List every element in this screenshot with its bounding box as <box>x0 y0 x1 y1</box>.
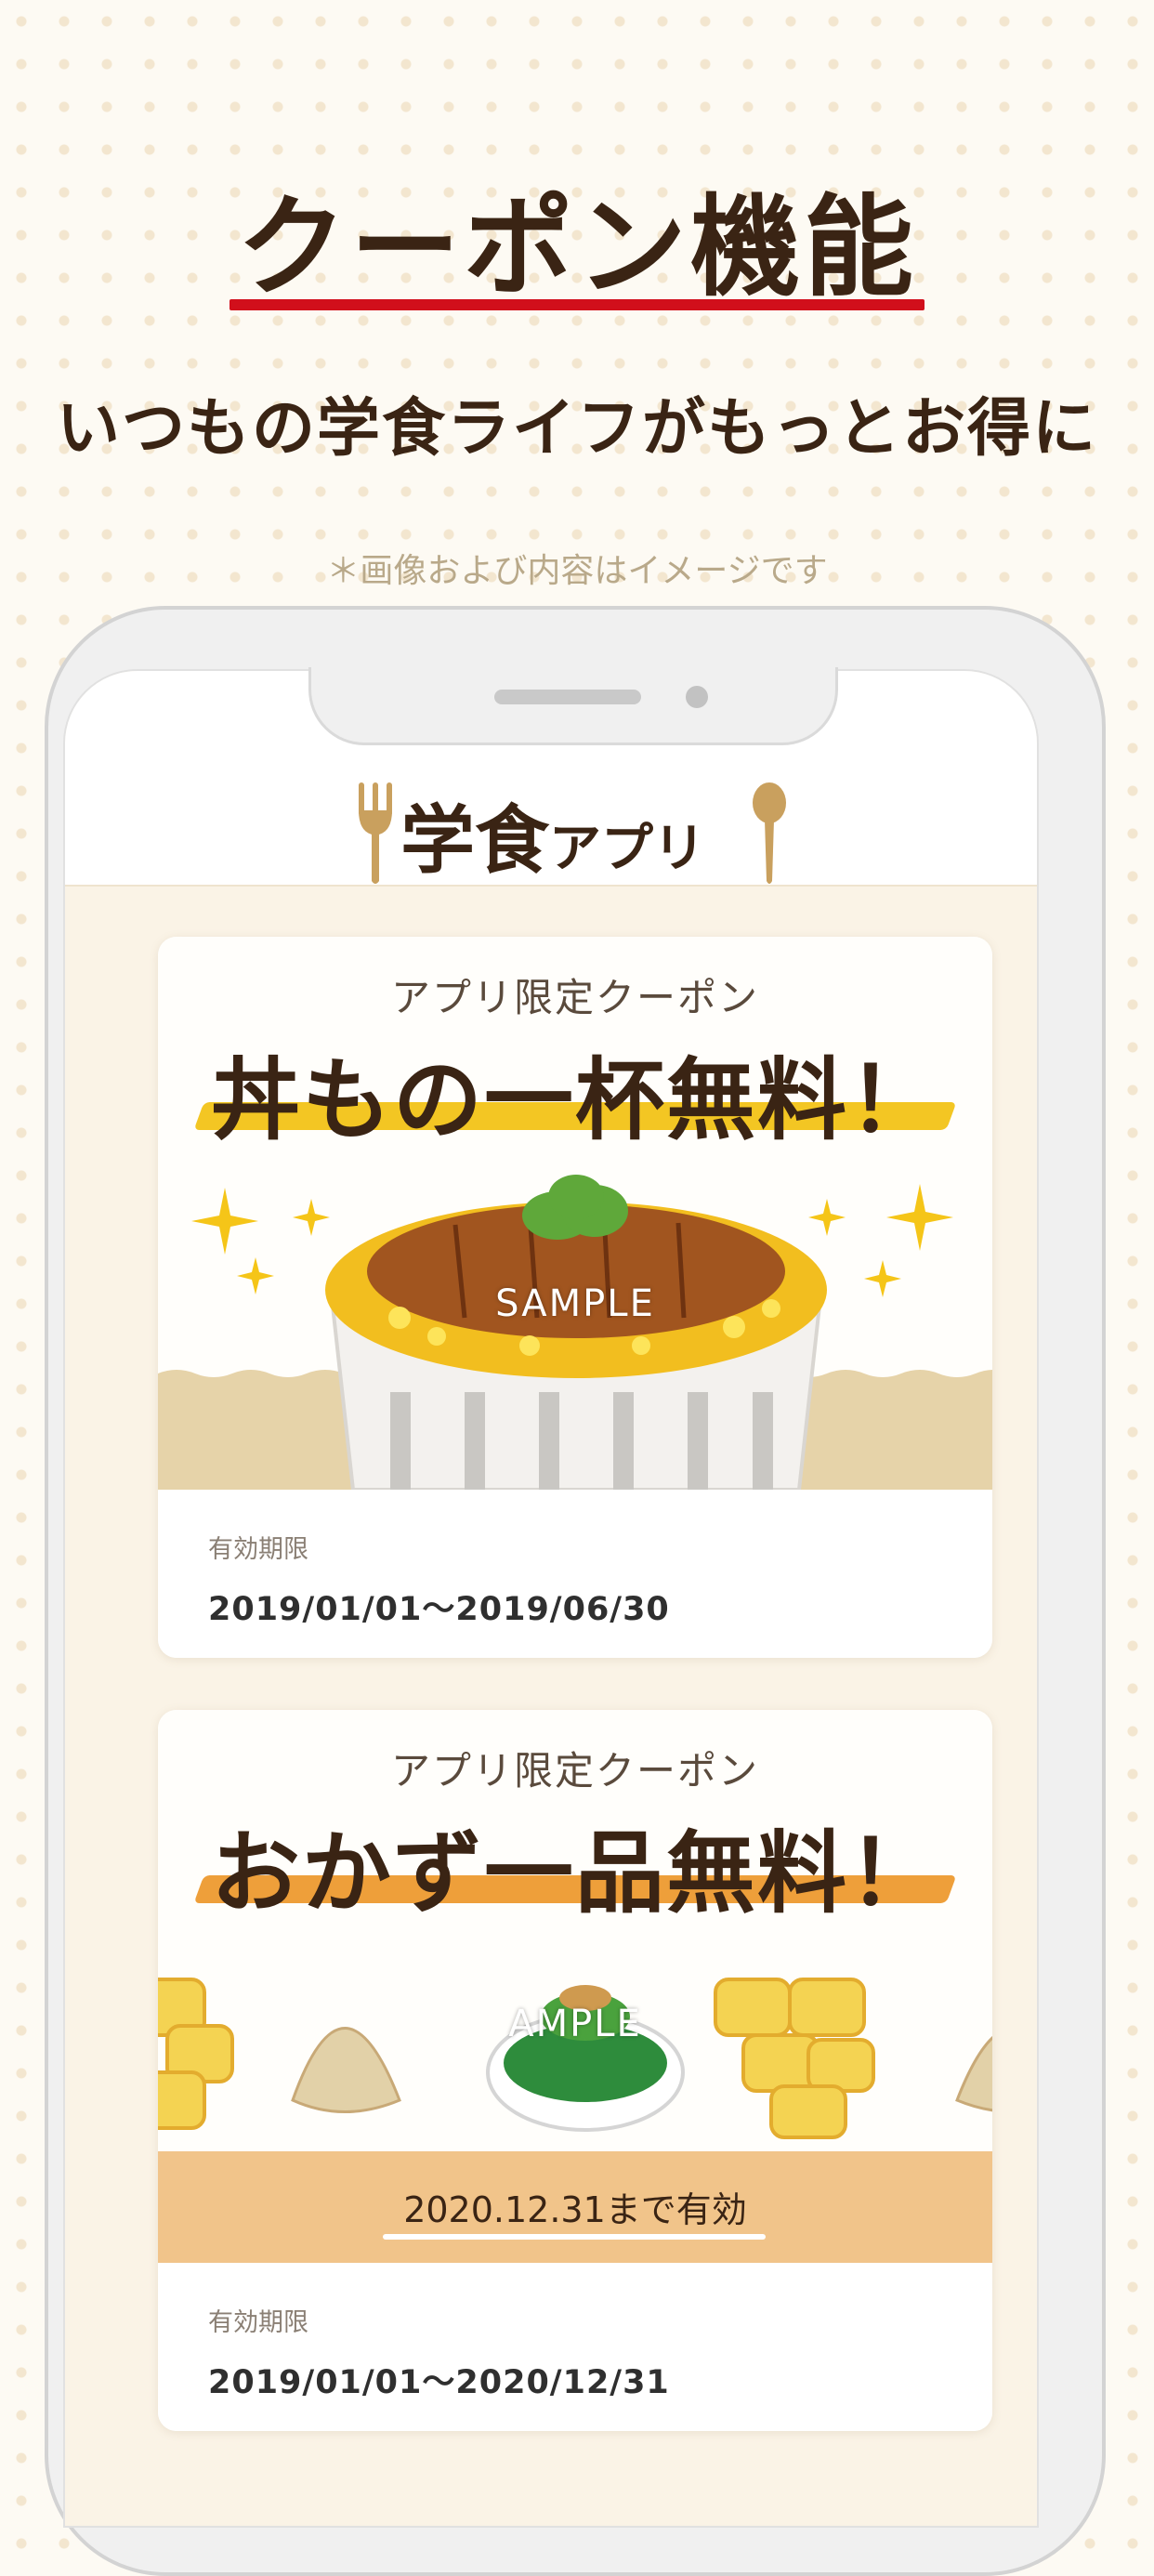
coupon-headline: 丼もの一杯無料！ <box>211 1048 939 1152</box>
coupon-label: アプリ限定クーポン <box>390 1748 759 1794</box>
sample-watermark: AMPLE <box>508 2003 642 2045</box>
hero-title: クーポン機能 <box>236 183 917 311</box>
coupon-banner: アプリ限定クーポン おかず一品無料！ AMPLE 2020.12.31まで有効 <box>158 1710 992 2263</box>
coupon-banner: アプリ限定クーポン 丼もの一杯無料！ SAMPLE <box>158 937 992 1490</box>
spoon-icon <box>753 782 786 884</box>
app-logo-small: アプリ <box>549 819 705 879</box>
coupon-card[interactable]: アプリ限定クーポン おかず一品無料！ AMPLE 2020.12.31まで有効 … <box>158 1710 992 2431</box>
hero-underline <box>229 299 925 310</box>
expiry-underline <box>383 2234 766 2240</box>
speaker-icon <box>494 690 641 704</box>
phone-notch <box>308 667 838 745</box>
valid-label: 有効期限 <box>208 2308 308 2337</box>
valid-dates: 2019/01/01〜2020/12/31 <box>208 2364 670 2401</box>
coupon-info: 有効期限 2019/01/01〜2020/12/31 <box>158 2263 992 2431</box>
hero-subtitle: いつもの学食ライフがもっとお得に <box>56 392 1097 466</box>
coupon-card[interactable]: アプリ限定クーポン 丼もの一杯無料！ SAMPLE 有効期限 2019/01/0… <box>158 937 992 1658</box>
app-logo-main: 学食 <box>400 797 549 884</box>
sample-watermark: SAMPLE <box>495 1282 655 1325</box>
image-disclaimer: ＊画像および内容はイメージです <box>326 552 828 590</box>
expiry-note: 2020.12.31まで有効 <box>403 2189 747 2230</box>
valid-label: 有効期限 <box>208 1535 308 1564</box>
coupon-label: アプリ限定クーポン <box>390 975 759 1020</box>
coupon-info: 有効期限 2019/01/01〜2019/06/30 <box>158 1490 992 1658</box>
expiry-banner: 2020.12.31まで有効 <box>158 2151 992 2263</box>
valid-dates: 2019/01/01〜2019/06/30 <box>208 1591 670 1628</box>
food-illustration <box>158 1978 992 2139</box>
camera-icon <box>686 686 708 708</box>
coupon-headline: おかず一品無料！ <box>211 1821 939 1925</box>
phone-screen: 学食アプリ アプリ限定クーポン 丼もの一杯無料！ SAMPLE 有効期限 201… <box>63 669 1039 2528</box>
app-logo: 学食アプリ <box>65 781 1037 888</box>
